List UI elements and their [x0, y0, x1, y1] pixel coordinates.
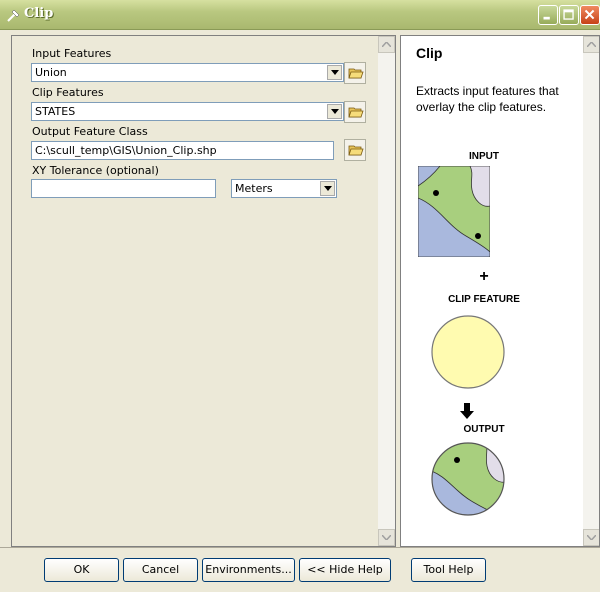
- chevron-down-icon: [382, 535, 391, 540]
- output-diagram-label: OUTPUT: [463, 424, 505, 435]
- chevron-down-icon[interactable]: [327, 65, 342, 80]
- help-scrollbar[interactable]: [583, 36, 599, 546]
- clip-features-browse-button[interactable]: [344, 101, 366, 123]
- close-button[interactable]: [580, 5, 600, 25]
- tool-help-button[interactable]: Tool Help: [411, 558, 486, 582]
- cancel-button[interactable]: Cancel: [123, 558, 198, 582]
- close-icon: [584, 9, 595, 20]
- open-folder-icon: [348, 107, 364, 118]
- chevron-down-icon: [587, 535, 596, 540]
- help-title: Clip: [416, 45, 443, 61]
- hammer-icon: [7, 9, 20, 22]
- input-features-diagram: [418, 166, 490, 257]
- minimize-button[interactable]: [538, 5, 558, 25]
- clip-features-value: STATES: [35, 105, 76, 118]
- scroll-up-button[interactable]: [378, 36, 395, 53]
- button-row: OK Cancel Environments... << Hide Help T…: [0, 548, 600, 592]
- scroll-up-button[interactable]: [583, 36, 599, 53]
- clip-feature-diagram: [431, 315, 505, 389]
- environments-button[interactable]: Environments...: [202, 558, 295, 582]
- chevron-down-icon[interactable]: [327, 104, 342, 119]
- output-features-diagram: [431, 442, 505, 516]
- title-bar: Clip: [0, 0, 600, 30]
- xy-tolerance-input[interactable]: [32, 180, 215, 197]
- input-features-browse-button[interactable]: [344, 62, 366, 84]
- xy-tolerance-unit-combo[interactable]: Meters: [231, 179, 337, 198]
- ok-button[interactable]: OK: [44, 558, 119, 582]
- maximize-button[interactable]: [559, 5, 579, 25]
- xy-tolerance-field[interactable]: [31, 179, 216, 198]
- clip-feature-diagram-label: CLIP FEATURE: [448, 294, 520, 305]
- input-features-label: Input Features: [32, 47, 112, 60]
- output-feature-class-browse-button[interactable]: [344, 139, 366, 161]
- output-feature-class-input[interactable]: [32, 142, 333, 159]
- output-feature-class-label: Output Feature Class: [32, 125, 148, 138]
- xy-tolerance-label: XY Tolerance (optional): [32, 164, 159, 177]
- chevron-up-icon: [382, 42, 391, 47]
- open-folder-icon: [348, 68, 364, 79]
- chevron-down-icon[interactable]: [320, 181, 335, 196]
- maximize-icon: [563, 9, 574, 20]
- input-features-value: Union: [35, 66, 67, 79]
- help-description: Extracts input features that overlay the…: [416, 84, 559, 114]
- clip-features-label: Clip Features: [32, 86, 104, 99]
- help-panel: Clip Extracts input features that overla…: [400, 35, 600, 547]
- output-feature-class-field[interactable]: [31, 141, 334, 160]
- minimize-icon: [543, 16, 550, 20]
- hide-help-button[interactable]: << Hide Help: [299, 558, 391, 582]
- input-diagram-label: INPUT: [469, 151, 499, 162]
- parameters-scrollbar[interactable]: [378, 36, 395, 546]
- plus-sign: +: [479, 268, 489, 285]
- scroll-down-button[interactable]: [378, 529, 395, 546]
- xy-tolerance-unit-value: Meters: [235, 182, 273, 195]
- parameters-panel: Input Features Union Clip Features STATE…: [11, 35, 396, 547]
- clip-features-combo[interactable]: STATES: [31, 102, 344, 121]
- chevron-up-icon: [587, 42, 596, 47]
- open-folder-icon: [348, 145, 364, 156]
- scroll-down-button[interactable]: [583, 529, 599, 546]
- arrow-down-icon: [460, 403, 474, 419]
- input-features-combo[interactable]: Union: [31, 63, 344, 82]
- window-title: Clip: [24, 6, 54, 21]
